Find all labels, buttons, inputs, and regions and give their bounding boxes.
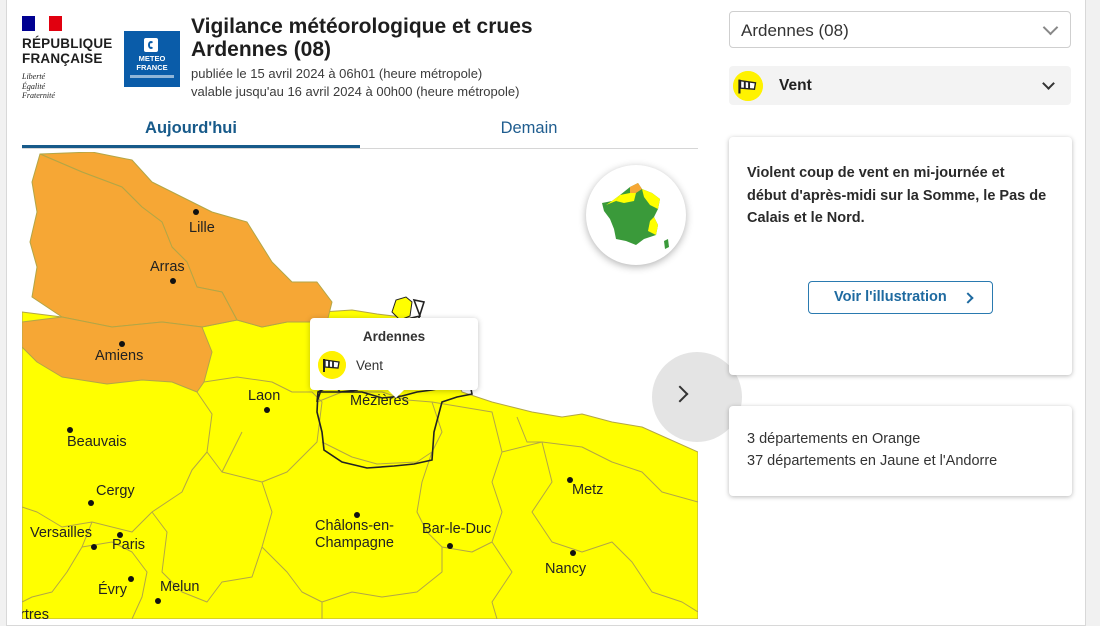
chevron-down-icon xyxy=(1042,19,1059,36)
meteo-france-mark-icon xyxy=(144,38,158,52)
city-dot-nancy xyxy=(570,550,576,556)
tab-today[interactable]: Aujourd'hui xyxy=(22,112,360,148)
city-dot-melun xyxy=(155,598,161,604)
republique-francaise-logo: RÉPUBLIQUE FRANÇAISE Liberté Égalité Fra… xyxy=(22,14,118,106)
city-label-chartres-partial: rtres xyxy=(22,607,49,619)
page-title: Vigilance météorologique et crues xyxy=(191,15,533,38)
phenomenon-detail-card: Violent coup de vent en mi-journée et dé… xyxy=(729,137,1072,375)
city-dot-bar-le-duc xyxy=(447,543,453,549)
meteo-france-tagline-bar xyxy=(130,75,174,78)
city-label-bar-le-duc: Bar-le-Duc xyxy=(422,521,492,537)
department-select[interactable]: Ardennes (08) xyxy=(729,11,1071,48)
city-dot-lille xyxy=(193,209,199,215)
city-label-laon: Laon xyxy=(248,388,281,404)
published-date: publiée le 15 avril 2024 à 06h01 (heure … xyxy=(191,66,483,81)
meteo-france-logo: METEO FRANCE xyxy=(124,31,180,87)
department-select-value: Ardennes (08) xyxy=(741,21,849,40)
city-label-nancy: Nancy xyxy=(545,561,587,577)
city-dot-amiens xyxy=(119,341,125,347)
city-dot-arras xyxy=(170,278,176,284)
meteo-france-name: METEO FRANCE xyxy=(136,54,168,72)
france-overview-map[interactable] xyxy=(586,165,686,265)
view-illustration-button[interactable]: Voir l'illustration xyxy=(808,281,993,314)
city-label-beauvais: Beauvais xyxy=(67,434,127,450)
tooltip-title: Ardennes xyxy=(362,329,426,344)
wind-icon xyxy=(318,351,346,379)
city-label-paris: Paris xyxy=(112,537,146,553)
phenomenon-description: Violent coup de vent en mi-journée et dé… xyxy=(747,165,1047,226)
french-flag-icon xyxy=(22,16,62,31)
stat-yellow-count: 37 départements en Jaune et l'Andorre xyxy=(747,453,998,469)
city-label-melun: Melun xyxy=(160,579,200,595)
valid-until-date: valable jusqu'au 16 avril 2024 à 00h00 (… xyxy=(191,84,520,99)
city-dot-laon xyxy=(264,407,270,413)
france-mini-icon xyxy=(602,183,669,249)
summary-card: 3 départements en Orange 37 départements… xyxy=(729,406,1072,496)
city-dot-beauvais xyxy=(67,427,73,433)
wind-icon xyxy=(733,71,763,101)
day-tabs: Aujourd'hui Demain xyxy=(22,112,698,149)
view-illustration-label: Voir l'illustration xyxy=(834,289,947,305)
city-label-arras: Arras xyxy=(150,259,185,275)
phenomenon-label: Vent xyxy=(779,77,812,94)
chevron-down-icon xyxy=(1042,77,1055,90)
chevron-right-icon xyxy=(962,292,974,304)
city-label-cergy: Cergy xyxy=(96,483,135,499)
map-tooltip: Ardennes Vent xyxy=(310,318,478,398)
page-subtitle: Ardennes (08) xyxy=(191,38,332,61)
city-dot-evry xyxy=(128,576,134,582)
city-label-lille: Lille xyxy=(189,220,215,236)
city-label-evry: Évry xyxy=(98,582,127,598)
city-label-metz: Metz xyxy=(572,482,604,498)
rf-name: RÉPUBLIQUE FRANÇAISE xyxy=(22,36,113,66)
city-label-chalons-en-champagne: Châlons-en- Champagne xyxy=(315,518,394,551)
tooltip-phenomenon: Vent xyxy=(356,358,384,373)
tab-tomorrow[interactable]: Demain xyxy=(360,112,698,148)
city-label-versailles: Versailles xyxy=(30,525,93,541)
city-dot-cergy xyxy=(88,500,94,506)
rf-motto: Liberté Égalité Fraternité xyxy=(22,72,55,100)
city-label-amiens: Amiens xyxy=(95,348,144,364)
stat-orange-count: 3 départements en Orange xyxy=(747,431,921,447)
chevron-right-icon xyxy=(671,385,689,403)
phenomenon-accordion[interactable]: Vent xyxy=(729,66,1071,105)
city-dot-versailles xyxy=(91,544,97,550)
